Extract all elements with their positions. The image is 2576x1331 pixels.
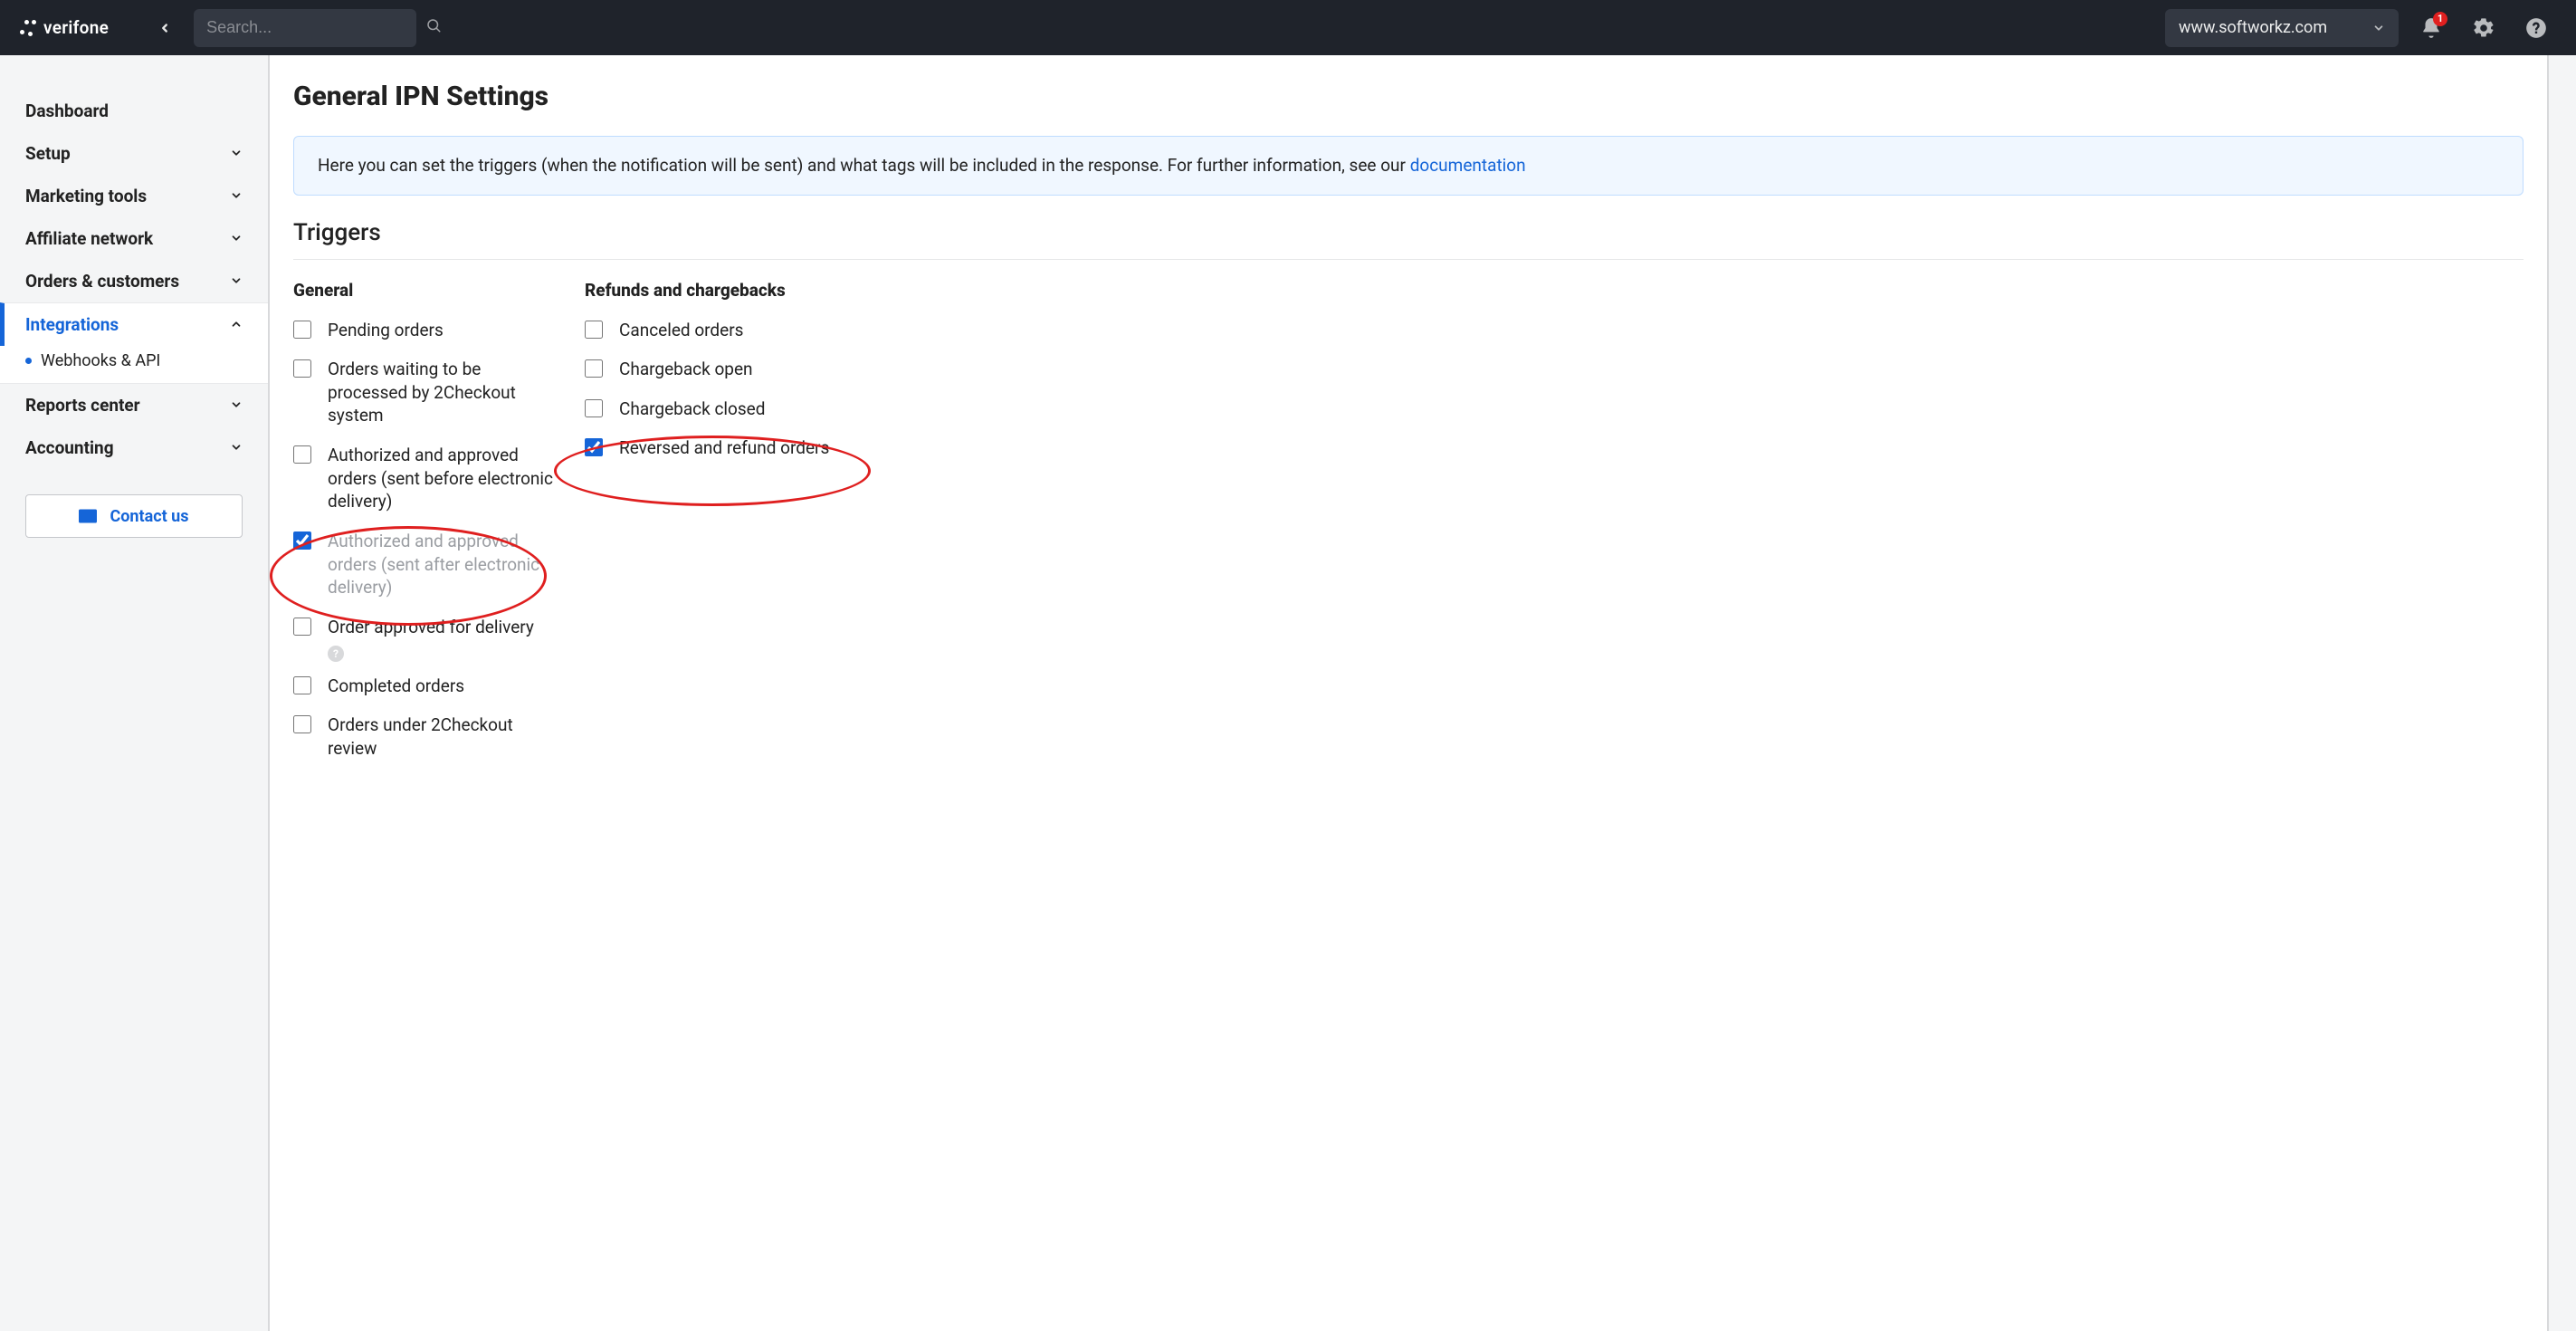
chevron-down-icon [230, 395, 243, 416]
notifications-badge: 1 [2433, 12, 2447, 26]
search-box[interactable] [194, 9, 416, 47]
trigger-columns: General Pending orders Orders waiting to… [293, 280, 2524, 777]
trigger-checkbox-chargeback-closed[interactable] [585, 399, 603, 417]
sidebar-item-integrations[interactable]: Integrations [0, 302, 268, 346]
chevron-down-icon [230, 186, 243, 206]
chevron-down-icon [230, 228, 243, 249]
domain-select[interactable]: www.softworkz.com [2165, 9, 2399, 47]
trigger-label[interactable]: Chargeback closed [619, 397, 765, 421]
trigger-label[interactable]: Canceled orders [619, 319, 743, 342]
trigger-checkbox-completed-orders[interactable] [293, 676, 311, 694]
trigger-label[interactable]: Pending orders [328, 319, 444, 342]
trigger-checkbox-approved-for-delivery[interactable] [293, 618, 311, 636]
trigger-label[interactable]: Orders under 2Checkout review [328, 713, 558, 760]
documentation-link[interactable]: documentation [1410, 155, 1526, 176]
trigger-label[interactable]: Orders waiting to be processed by 2Check… [328, 358, 558, 427]
trigger-row: Authorized and approved orders (sent bef… [293, 444, 558, 513]
column-refunds-heading: Refunds and chargebacks [585, 280, 849, 301]
sidebar-item-setup[interactable]: Setup [0, 132, 268, 175]
contact-us-button[interactable]: Contact us [25, 494, 243, 538]
trigger-checkbox-approved-after-delivery[interactable] [293, 531, 311, 550]
trigger-row: Orders under 2Checkout review [293, 713, 558, 760]
main-content: General IPN Settings Here you can set th… [270, 55, 2549, 1331]
sidebar: Dashboard Setup Marketing tools Affiliat… [0, 55, 270, 1331]
topbar: verifone www.softworkz.com 1 [0, 0, 2576, 55]
trigger-row: Chargeback open [585, 358, 849, 381]
help-tooltip-icon[interactable]: ? [328, 646, 344, 662]
search-icon [425, 17, 442, 38]
sidebar-sub-webhooks-api[interactable]: Webhooks & API [0, 346, 268, 384]
page-title: General IPN Settings [293, 81, 2524, 112]
trigger-checkbox-canceled-orders[interactable] [585, 321, 603, 339]
chevron-down-icon [2372, 22, 2385, 34]
trigger-row: Pending orders [293, 319, 558, 342]
sidebar-item-label: Orders & customers [25, 271, 179, 292]
trigger-label[interactable]: Order approved for delivery [328, 616, 534, 639]
trigger-label[interactable]: Authorized and approved orders (sent aft… [328, 530, 558, 599]
sidebar-item-label: Dashboard [25, 101, 109, 121]
sidebar-sub-label: Webhooks & API [41, 351, 160, 370]
sidebar-item-label: Reports center [25, 395, 140, 416]
notifications-button[interactable]: 1 [2411, 8, 2451, 48]
chevron-down-icon [230, 437, 243, 458]
active-dot-icon [25, 358, 32, 364]
trigger-checkbox-chargeback-open[interactable] [585, 359, 603, 378]
chevron-left-icon [158, 19, 171, 37]
info-text: Here you can set the triggers (when the … [318, 155, 1410, 176]
sidebar-item-affiliate-network[interactable]: Affiliate network [0, 217, 268, 260]
column-general: General Pending orders Orders waiting to… [293, 280, 558, 777]
search-input[interactable] [206, 18, 416, 37]
trigger-label[interactable]: Completed orders [328, 675, 464, 698]
sidebar-item-label: Marketing tools [25, 186, 147, 206]
contact-us-label: Contact us [110, 507, 188, 526]
chevron-up-icon [230, 314, 243, 335]
back-button[interactable] [148, 12, 181, 44]
mail-icon [79, 509, 97, 523]
column-general-heading: General [293, 280, 558, 301]
sidebar-item-label: Integrations [25, 314, 119, 335]
brand-text: verifone [43, 17, 109, 38]
trigger-label[interactable]: Chargeback open [619, 358, 753, 381]
trigger-checkbox-pending-orders[interactable] [293, 321, 311, 339]
domain-selected-value: www.softworkz.com [2179, 18, 2327, 37]
sidebar-item-reports-center[interactable]: Reports center [0, 384, 268, 426]
trigger-row: Chargeback closed [585, 397, 849, 421]
trigger-label[interactable]: Authorized and approved orders (sent bef… [328, 444, 558, 513]
trigger-checkbox-approved-before-delivery[interactable] [293, 445, 311, 464]
trigger-row: Authorized and approved orders (sent aft… [293, 530, 558, 599]
trigger-row: Orders waiting to be processed by 2Check… [293, 358, 558, 427]
sidebar-item-marketing-tools[interactable]: Marketing tools [0, 175, 268, 217]
brand-logo[interactable]: verifone [20, 17, 109, 38]
trigger-checkbox-orders-waiting[interactable] [293, 359, 311, 378]
sidebar-item-accounting[interactable]: Accounting [0, 426, 268, 469]
info-box: Here you can set the triggers (when the … [293, 136, 2524, 196]
trigger-row: Order approved for delivery [293, 616, 558, 639]
help-icon [2524, 16, 2548, 40]
trigger-checkbox-reversed-refund-orders[interactable] [585, 438, 603, 456]
triggers-heading: Triggers [293, 219, 2524, 246]
trigger-label[interactable]: Reversed and refund orders [619, 436, 829, 460]
column-refunds: Refunds and chargebacks Canceled orders … [585, 280, 849, 777]
trigger-row: Completed orders [293, 675, 558, 698]
trigger-row: Canceled orders [585, 319, 849, 342]
sidebar-item-label: Setup [25, 143, 71, 164]
sidebar-item-dashboard[interactable]: Dashboard [0, 90, 268, 132]
trigger-row: Reversed and refund orders [585, 436, 849, 460]
chevron-down-icon [230, 271, 243, 292]
settings-button[interactable] [2464, 8, 2504, 48]
section-divider [293, 259, 2524, 260]
chevron-down-icon [230, 143, 243, 164]
sidebar-item-orders-customers[interactable]: Orders & customers [0, 260, 268, 302]
brand-mark-icon [20, 20, 36, 36]
sidebar-item-label: Affiliate network [25, 228, 153, 249]
sidebar-item-label: Accounting [25, 437, 114, 458]
gear-icon [2472, 16, 2495, 40]
trigger-checkbox-orders-under-review[interactable] [293, 715, 311, 733]
help-button[interactable] [2516, 8, 2556, 48]
